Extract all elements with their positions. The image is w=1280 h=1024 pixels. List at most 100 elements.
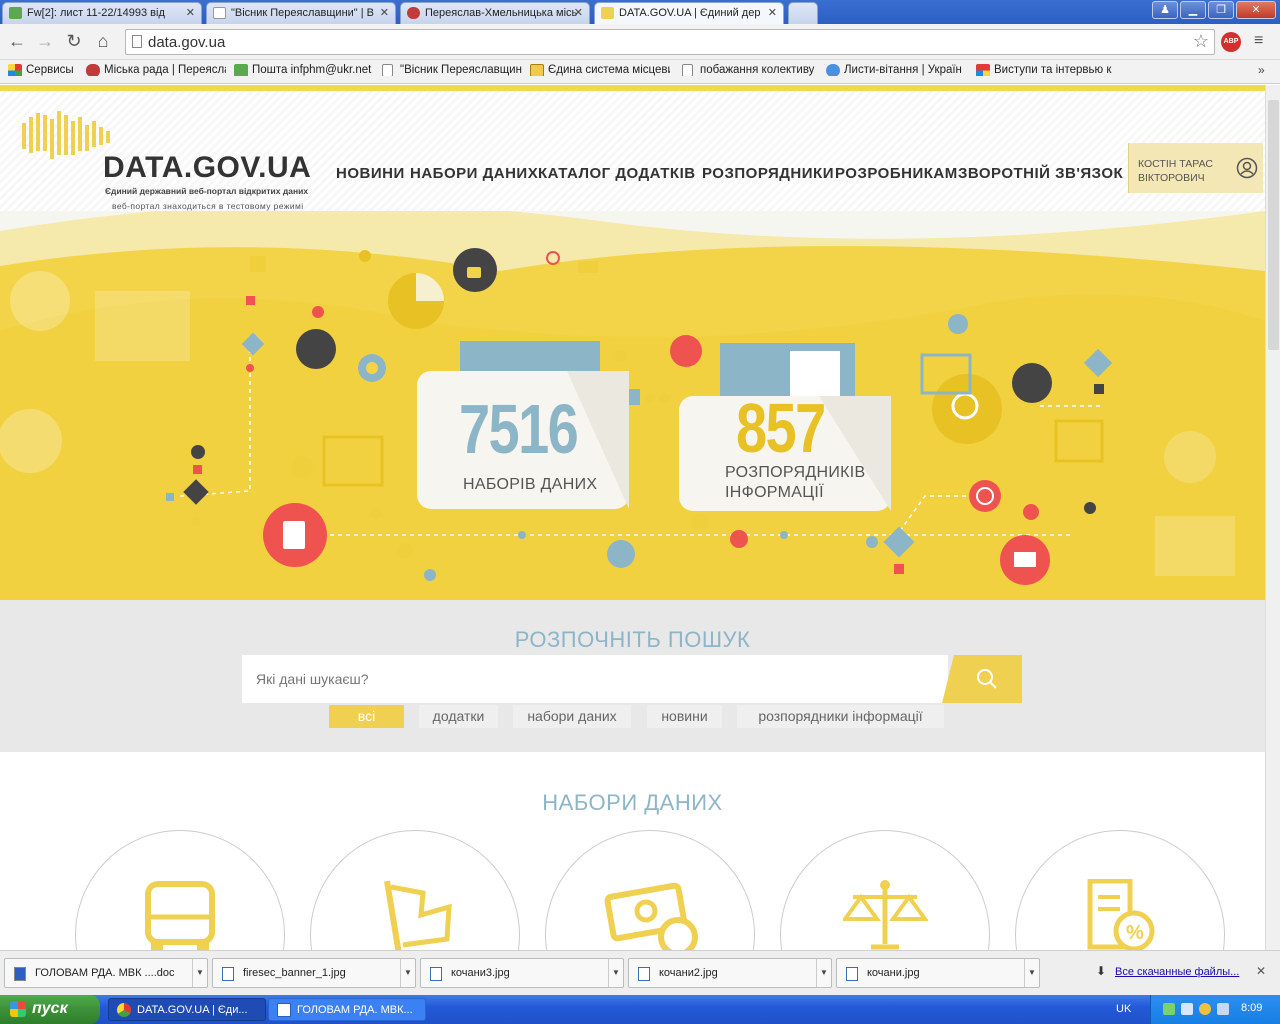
all-downloads-link[interactable]: Все скачанные файлы... [1115, 966, 1239, 978]
bookmark-item[interactable]: побажання колективу [682, 64, 822, 76]
bookmark-item[interactable]: "Вісник Переяславщин [382, 64, 522, 76]
menu-publishers[interactable]: РОЗПОРЯДНИКИ [702, 165, 834, 182]
star-icon[interactable]: ☆ [1193, 31, 1209, 52]
cross-icon [976, 64, 990, 76]
more-bookmarks-icon[interactable]: » [1258, 63, 1265, 77]
document-percent-icon: % [1087, 879, 1155, 950]
globe-icon [826, 64, 840, 76]
page-icon [132, 35, 142, 48]
category-finance[interactable] [545, 830, 755, 950]
forward-icon[interactable]: → [34, 31, 56, 52]
datasets-stat-card[interactable]: 7516 НАБОРІВ ДАНИХ [417, 371, 629, 509]
close-window-button[interactable]: ✕ [1236, 1, 1276, 19]
search-input[interactable] [242, 655, 948, 703]
adblock-icon[interactable]: ABP [1221, 32, 1241, 52]
bookmark-item[interactable]: Листи-вітання | Україн [826, 64, 966, 76]
taskbar-window-chrome[interactable]: DATA.GOV.UA | Єди... [108, 998, 266, 1021]
tray-app-icon[interactable] [1199, 1003, 1211, 1015]
menu-apps-catalog[interactable]: КАТАЛОГ ДОДАТКІВ [538, 165, 696, 182]
coat-of-arms-icon [86, 64, 100, 76]
site-logo[interactable]: DATA.GOV.UA [103, 151, 311, 185]
back-icon[interactable]: ← [6, 31, 28, 52]
category-government[interactable] [310, 830, 520, 950]
home-icon[interactable]: ⌂ [92, 31, 114, 52]
site-header: DATA.GOV.UA Єдиний державний веб-портал … [0, 91, 1265, 211]
filter-apps[interactable]: додатки [419, 705, 498, 728]
category-transport[interactable] [75, 830, 285, 950]
menu-datasets[interactable]: НАБОРИ ДАНИХ [410, 165, 538, 182]
filter-datasets[interactable]: набори даних [513, 705, 631, 728]
browser-tab-active[interactable]: DATA.GOV.UA | Єдиний дер ✕ [594, 2, 784, 24]
scrollbar-thumb[interactable] [1268, 100, 1279, 350]
close-icon[interactable]: ✕ [186, 6, 195, 19]
filter-news[interactable]: новини [647, 705, 722, 728]
close-icon[interactable]: ✕ [574, 6, 583, 19]
browser-tab[interactable]: Fw[2]: лист 11-22/14993 від ✕ [2, 2, 202, 24]
browser-tab[interactable]: "Вісник Переяславщини" | В ✕ [206, 2, 396, 24]
address-bar[interactable]: data.gov.ua ☆ [125, 29, 1215, 55]
document-icon [530, 64, 544, 76]
filter-publishers[interactable]: розпорядники інформації [737, 705, 944, 728]
chevron-down-icon[interactable]: ▼ [192, 959, 207, 987]
download-item[interactable]: ГОЛОВАМ РДА. МВК ....doc ▼ [4, 958, 208, 988]
download-item[interactable]: firesec_banner_1.jpg ▼ [212, 958, 416, 988]
svg-text:%: % [1126, 922, 1144, 944]
menu-news[interactable]: НОВИНИ [336, 165, 405, 182]
menu-feedback[interactable]: ЗВОРОТНІЙ ЗВ'ЯЗОК [958, 165, 1123, 182]
close-icon[interactable]: ✕ [1256, 964, 1266, 978]
minimize-button[interactable]: ▁ [1180, 1, 1206, 19]
tray-volume-icon[interactable] [1217, 1003, 1229, 1015]
category-taxes[interactable]: % [1015, 830, 1225, 950]
data-gov-icon [601, 7, 614, 19]
restore-button[interactable]: ❐ [1208, 1, 1234, 19]
menu-icon[interactable]: ≡ [1254, 32, 1263, 50]
hero-illustration [0, 211, 1265, 600]
image-file-icon [846, 967, 858, 981]
user-icon [1236, 157, 1258, 179]
download-item[interactable]: кочани.jpg ▼ [836, 958, 1040, 988]
reload-icon[interactable]: ↻ [63, 31, 85, 52]
chevron-down-icon[interactable]: ▼ [400, 959, 415, 987]
bookmark-item[interactable]: Виступи та інтервью к [976, 64, 1116, 76]
bookmark-item[interactable]: Пошта infphm@ukr.net [234, 64, 374, 76]
start-button[interactable]: пуск [0, 995, 100, 1024]
close-icon[interactable]: ✕ [768, 6, 777, 19]
download-item[interactable]: кочани2.jpg ▼ [628, 958, 832, 988]
word-file-icon [14, 967, 26, 981]
chevron-down-icon[interactable]: ▼ [1024, 959, 1039, 987]
search-button[interactable] [942, 655, 1022, 703]
tray-network-icon[interactable] [1163, 1003, 1175, 1015]
tray-monitor-icon[interactable] [1181, 1003, 1193, 1015]
logo-map-icon[interactable] [22, 111, 114, 159]
taskbar-window-word[interactable]: ГОЛОВАМ РДА. МВК... [268, 998, 426, 1021]
user-account-box[interactable]: КОСТІН ТАРАС ВІКТОРОВИЧ [1128, 143, 1263, 193]
clock[interactable]: 8:09 [1241, 1002, 1262, 1014]
category-justice[interactable] [780, 830, 990, 950]
download-item[interactable]: кочани3.jpg ▼ [420, 958, 624, 988]
datasets-title: НАБОРИ ДАНИХ [542, 790, 723, 815]
publishers-stat-card[interactable]: 857 РОЗПОРЯДНИКІВ ІНФОРМАЦІЇ [679, 389, 891, 511]
browser-tab[interactable]: Переяслав-Хмельницька місь ✕ [400, 2, 590, 24]
image-file-icon [222, 967, 234, 981]
user-icon[interactable]: ♟ [1152, 1, 1178, 19]
new-tab-button[interactable] [788, 2, 818, 24]
windows-taskbar: пуск DATA.GOV.UA | Єди... ГОЛОВАМ РДА. М… [0, 995, 1280, 1024]
menu-developers[interactable]: РОЗРОБНИКАМ [835, 165, 958, 182]
coat-of-arms-icon [407, 7, 420, 19]
money-icon [604, 882, 698, 950]
flag-icon [384, 880, 452, 950]
site-tagline: Єдиний державний веб-портал відкритих да… [105, 186, 309, 196]
chevron-down-icon[interactable]: ▼ [816, 959, 831, 987]
mail-icon [234, 64, 248, 76]
search-section: РОЗПОЧНІТЬ ПОШУК всі додатки набори дани… [0, 600, 1265, 752]
browser-tab-bar: Fw[2]: лист 11-22/14993 від ✕ "Вісник Пе… [0, 0, 1280, 24]
bookmark-item[interactable]: Міська рада | Переясла [86, 64, 226, 76]
page-scrollbar[interactable] [1265, 85, 1280, 950]
word-icon [277, 1003, 291, 1017]
chevron-down-icon[interactable]: ▼ [608, 959, 623, 987]
bookmark-item[interactable]: Єдина система місцеви [530, 64, 670, 76]
language-indicator[interactable]: UK [1116, 1003, 1131, 1015]
bookmark-item[interactable]: Сервисы [8, 64, 78, 76]
close-icon[interactable]: ✕ [380, 6, 389, 19]
filter-all[interactable]: всі [329, 705, 404, 728]
